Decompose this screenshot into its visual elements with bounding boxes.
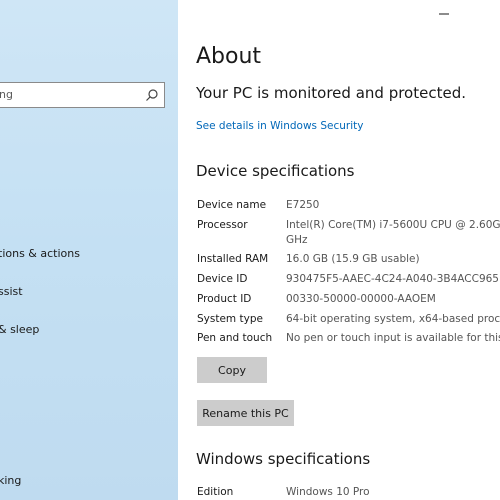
spec-value-system-type: 64-bit operating system, x64-based proce… <box>286 313 500 325</box>
spec-value-installed-ram: 16.0 GB (15.9 GB usable) <box>286 253 420 265</box>
copy-button[interactable]: Copy <box>197 357 267 383</box>
spec-label-installed-ram: Installed RAM <box>197 253 269 265</box>
main-content: About Your PC is monitored and protected… <box>178 0 500 500</box>
rename-pc-button[interactable]: Rename this PC <box>197 400 294 426</box>
spec-value-processor: Intel(R) Core(TM) i7-5600U CPU @ 2.60GHz <box>286 219 500 231</box>
page-title: About <box>196 44 262 69</box>
spec-label-processor: Processor <box>197 219 248 231</box>
device-specifications-heading: Device specifications <box>196 162 355 180</box>
search-input[interactable]: ng <box>0 88 13 101</box>
spec-label-device-name: Device name <box>197 199 267 211</box>
spec-value-device-id: 930475F5-AAEC-4C24-A040-3B4ACC965B3E <box>286 273 500 285</box>
minimize-icon[interactable] <box>434 8 454 20</box>
nav-item-focus-assist[interactable]: ssist <box>0 285 23 298</box>
spec-label-pen-touch: Pen and touch <box>197 332 273 344</box>
nav-item-multitasking[interactable]: king <box>0 474 21 487</box>
windows-specifications-heading: Windows specifications <box>196 450 371 468</box>
spec-label-edition: Edition <box>197 486 234 498</box>
nav-item-power-sleep[interactable]: & sleep <box>0 323 39 336</box>
spec-value-processor-wrap: GHz <box>286 234 308 246</box>
spec-value-device-name: E7250 <box>286 199 320 211</box>
windows-security-link[interactable]: See details in Windows Security <box>196 120 363 132</box>
spec-label-product-id: Product ID <box>197 293 252 305</box>
search-box[interactable]: ng <box>0 82 165 108</box>
spec-value-edition: Windows 10 Pro <box>286 486 370 498</box>
protection-status: Your PC is monitored and protected. <box>196 84 466 102</box>
search-icon[interactable] <box>145 88 159 102</box>
nav-item-notifications-actions[interactable]: tions & actions <box>0 247 80 260</box>
sidebar: ng tions & actions ssist & sleep king <box>0 0 178 500</box>
spec-value-pen-touch: No pen or touch input is available for t… <box>286 332 500 344</box>
spec-label-device-id: Device ID <box>197 273 248 285</box>
spec-label-system-type: System type <box>197 313 263 325</box>
spec-value-product-id: 00330-50000-00000-AAOEM <box>286 293 436 305</box>
